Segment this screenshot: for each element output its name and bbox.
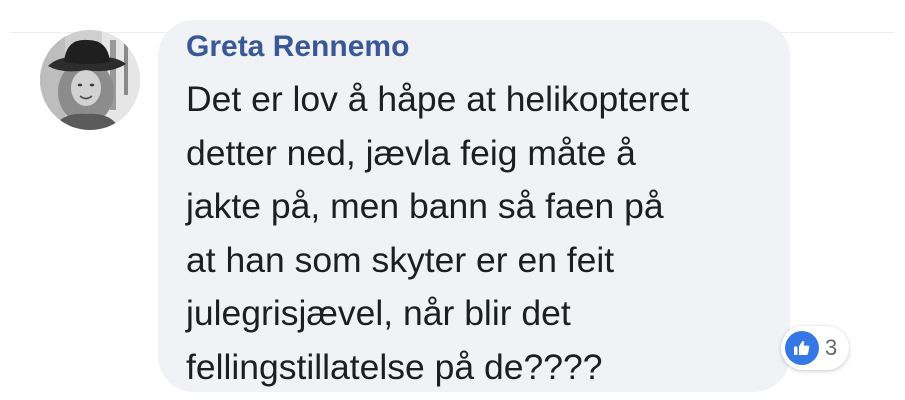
comment-text: Det er lov å håpe at helikopteret detter… xyxy=(186,73,776,394)
comment-text-line: jakte på, men bann så faen på xyxy=(186,186,664,226)
comment-text-line: at han som skyter er en feit xyxy=(186,239,615,280)
avatar[interactable] xyxy=(40,30,140,130)
comment-text-line: detter ned, jævla feig måte å xyxy=(186,132,636,173)
comment-text-line: julegrisjævel, når blir det xyxy=(186,293,571,333)
author-name[interactable]: Greta Rennemo xyxy=(186,30,409,64)
comment-text-line: fellingstillatelse på de???? xyxy=(186,346,603,387)
avatar-photo xyxy=(40,30,140,130)
reaction-count: 3 xyxy=(825,335,838,360)
reaction-summary[interactable]: 3 xyxy=(781,326,850,370)
thumbs-up-icon xyxy=(785,331,819,365)
comment-text-line: Det er lov å håpe at helikopteret xyxy=(186,79,690,119)
comment: Greta Rennemo Det er lov å håpe at helik… xyxy=(0,0,905,400)
